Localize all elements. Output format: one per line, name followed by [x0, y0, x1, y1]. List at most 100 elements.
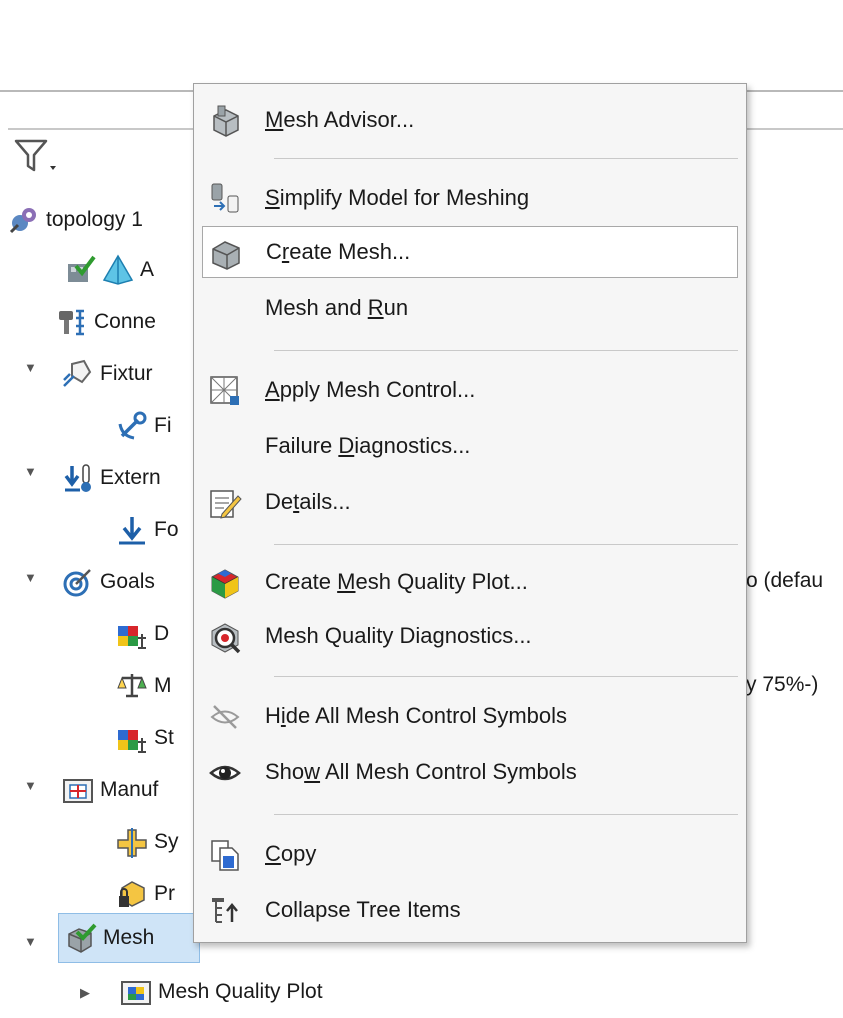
- tree-label: Manuf: [100, 778, 159, 801]
- menu-separator: [274, 676, 738, 677]
- tree-label: St: [154, 726, 174, 749]
- tree-label: M: [154, 674, 172, 697]
- tree-label: Goals: [100, 570, 155, 593]
- tree-item-displacement[interactable]: D: [116, 608, 169, 660]
- eye-icon: [208, 756, 242, 790]
- tree-item-force[interactable]: Fo: [116, 504, 179, 556]
- tree-item-fixed[interactable]: Fi: [116, 400, 172, 452]
- menu-label: Simplify Model for Meshing: [265, 185, 530, 210]
- load-thermometer-icon: [62, 462, 94, 494]
- tree-label: Mesh Quality Plot: [158, 980, 323, 1003]
- menu-item-apply-mesh-control[interactable]: Apply Mesh Control...: [202, 364, 738, 416]
- tree-root[interactable]: topology 1: [8, 194, 143, 246]
- menu-item-show-mesh-control-symbols[interactable]: Show All Mesh Control Symbols: [202, 746, 738, 798]
- menu-label: Apply Mesh Control...: [265, 377, 476, 402]
- mesh-control-icon: [208, 374, 242, 408]
- force-arrow-icon: [116, 514, 148, 546]
- stress-plot-icon: [116, 722, 148, 754]
- menu-separator: [274, 350, 738, 351]
- menu-item-mesh-advisor[interactable]: Mesh Advisor...: [202, 94, 738, 146]
- tree-label: D: [154, 622, 170, 645]
- tree-label: Sy: [154, 830, 179, 853]
- menu-item-create-mesh-quality-plot[interactable]: Create Mesh Quality Plot...: [202, 556, 738, 608]
- tree-mass-tail-text: y 75%-): [746, 673, 819, 696]
- menu-item-collapse-tree-items[interactable]: Collapse Tree Items: [202, 884, 738, 936]
- menu-item-mesh-and-run[interactable]: Mesh and Run: [202, 282, 738, 334]
- collapse-arrow-icon[interactable]: ▼: [24, 778, 37, 793]
- menu-label: Copy: [265, 841, 317, 866]
- tree-label: A: [140, 258, 155, 281]
- menu-item-create-mesh[interactable]: Create Mesh...: [202, 226, 738, 278]
- details-icon: [208, 486, 242, 520]
- filter-button[interactable]: [10, 132, 58, 180]
- preserved-region-icon: [116, 878, 148, 910]
- mesh-quality-plot-icon: [208, 566, 242, 600]
- collapse-arrow-icon[interactable]: ▼: [24, 934, 37, 949]
- tree-root-label: topology 1: [46, 208, 143, 231]
- plot-folder-icon: [120, 976, 152, 1008]
- menu-label: Mesh and Run: [265, 295, 409, 320]
- tree-label: Conne: [94, 310, 156, 333]
- part-check-icon: [64, 254, 96, 286]
- tree-item-connections[interactable]: Conne: [56, 296, 156, 348]
- menu-label: Create Mesh Quality Plot...: [265, 569, 528, 594]
- tree-item-analysis[interactable]: A: [64, 244, 154, 296]
- tree-item-mesh-selected[interactable]: Mesh: [58, 913, 200, 963]
- target-icon: [62, 566, 94, 598]
- menu-item-details[interactable]: Details...: [202, 476, 738, 528]
- tree-item-symmetry[interactable]: Sy: [116, 816, 179, 868]
- menu-separator: [274, 158, 738, 159]
- menu-label: Create Mesh...: [266, 239, 411, 264]
- anchor-icon: [116, 410, 148, 442]
- mesh-diagnostics-icon: [208, 620, 242, 654]
- filter-icon: [14, 139, 56, 172]
- collapse-tree-icon: [208, 894, 242, 928]
- menu-item-mesh-quality-diagnostics[interactable]: Mesh Quality Diagnostics...: [202, 610, 738, 662]
- menu-label: Show All Mesh Control Symbols: [265, 759, 577, 784]
- tree-label: Pr: [154, 882, 175, 905]
- balance-icon: [116, 670, 148, 702]
- hidden-eye-icon: [208, 700, 242, 734]
- tree-label: Extern: [100, 466, 161, 489]
- tree-item-fixtures[interactable]: Fixtur: [62, 348, 153, 400]
- tree-item-external-loads[interactable]: Extern: [62, 452, 161, 504]
- fixture-icon: [62, 358, 94, 390]
- tree-label: Fi: [154, 414, 172, 437]
- collapse-arrow-icon[interactable]: ▼: [24, 570, 37, 585]
- tree-item-goals[interactable]: Goals: [62, 556, 155, 608]
- menu-label: Collapse Tree Items: [265, 897, 461, 922]
- symmetry-icon: [116, 826, 148, 858]
- menu-label: Details...: [265, 489, 351, 514]
- tree-item-mesh-quality-plot[interactable]: Mesh Quality Plot: [120, 966, 323, 1018]
- menu-separator: [274, 544, 738, 545]
- tree-item-stress[interactable]: St: [116, 712, 174, 764]
- tree-item-manufacturing[interactable]: Manuf: [62, 764, 158, 816]
- menu-item-copy[interactable]: Copy: [202, 828, 738, 880]
- menu-label: Mesh Quality Diagnostics...: [265, 623, 532, 648]
- collapse-arrow-icon[interactable]: ▼: [24, 360, 37, 375]
- menu-label: Hide All Mesh Control Symbols: [265, 703, 568, 728]
- menu-label: Mesh Advisor...: [265, 107, 415, 132]
- context-menu: Mesh Advisor... Simplify Model for Meshi…: [193, 83, 747, 943]
- pyramid-icon: [102, 254, 134, 286]
- tree-label: Fixtur: [100, 362, 153, 385]
- copy-icon: [208, 838, 242, 872]
- mesh-check-icon: [65, 922, 97, 954]
- menu-item-failure-diagnostics[interactable]: Failure Diagnostics...: [202, 420, 738, 472]
- create-mesh-icon: [209, 237, 243, 271]
- folder-icon: [62, 774, 94, 806]
- tree-item-mass[interactable]: M: [116, 660, 172, 712]
- expand-arrow-icon[interactable]: ▶: [80, 985, 90, 1001]
- tree-label: Fo: [154, 518, 179, 541]
- menu-item-simplify-model[interactable]: Simplify Model for Meshing: [202, 172, 738, 224]
- menu-item-hide-mesh-control-symbols[interactable]: Hide All Mesh Control Symbols: [202, 690, 738, 742]
- menu-separator: [274, 814, 738, 815]
- mesh-advisor-icon: [208, 104, 242, 138]
- simplify-model-icon: [208, 182, 242, 216]
- result-plot-icon: [116, 618, 148, 650]
- menu-label: Failure Diagnostics...: [265, 433, 471, 458]
- connector-icon: [56, 306, 88, 338]
- tree-label: Mesh: [103, 926, 155, 949]
- collapse-arrow-icon[interactable]: ▼: [24, 464, 37, 479]
- tree-goals-tail-text: o (defau: [746, 569, 824, 592]
